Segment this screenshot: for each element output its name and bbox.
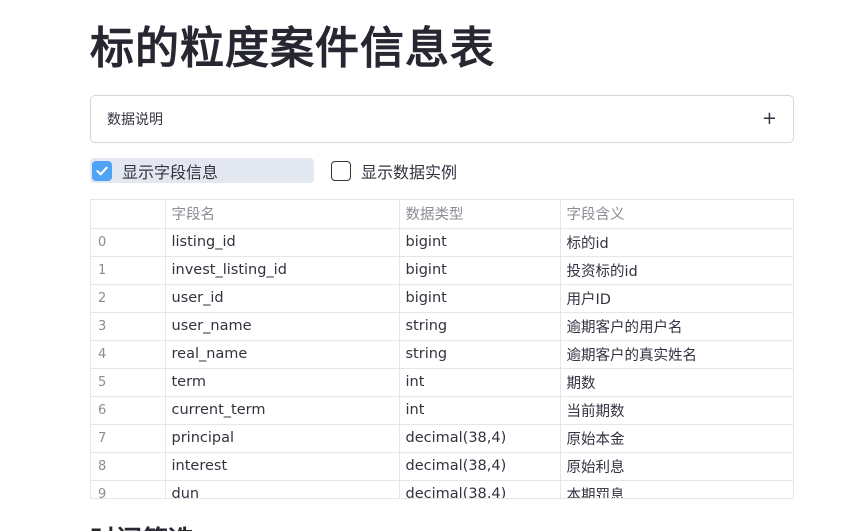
row-index: 6	[91, 396, 166, 425]
table-cell: 原始本金	[560, 424, 793, 453]
table-row: 5 term int 期数	[91, 368, 793, 397]
page-title: 标的粒度案件信息表	[90, 23, 495, 74]
checkbox-checked-icon[interactable]	[92, 160, 112, 181]
data-description-expander[interactable]: 数据说明 +	[90, 95, 794, 143]
table-cell: bigint	[399, 228, 561, 257]
table-cell: 原始利息	[560, 452, 793, 481]
row-index: 4	[91, 340, 166, 369]
checkbox-label: 显示数据实例	[361, 162, 458, 182]
table-row: 3 user_name string 逾期客户的用户名	[91, 312, 793, 341]
show-field-info-checkbox[interactable]: 显示字段信息	[90, 158, 314, 183]
table-cell: 逾期客户的真实姓名	[560, 340, 793, 369]
table-cell: principal	[165, 424, 400, 453]
table-row: 0 listing_id bigint 标的id	[91, 228, 793, 257]
table-cell: current_term	[165, 396, 400, 425]
row-index: 9	[91, 480, 166, 498]
table-cell: 用户ID	[560, 284, 793, 313]
table-header-row: 字段名 数据类型 字段含义	[91, 200, 793, 229]
table-cell: 本期罚息	[560, 480, 793, 498]
column-header[interactable]: 字段名	[165, 200, 400, 229]
table-cell: interest	[165, 452, 400, 481]
app-main: 标的粒度案件信息表 数据说明 + 显示字段信息 显示数据实例 字段名 数据类型 …	[0, 0, 847, 531]
table-cell: 逾期客户的用户名	[560, 312, 793, 341]
table-cell: user_name	[165, 312, 400, 341]
table-cell: term	[165, 368, 400, 397]
table-cell: decimal(38,4)	[399, 452, 561, 481]
table-row: 4 real_name string 逾期客户的真实姓名	[91, 340, 793, 369]
field-info-table[interactable]: 字段名 数据类型 字段含义 0 listing_id bigint 标的id 1 inve…	[90, 199, 794, 499]
table-cell: 当前期数	[560, 396, 793, 425]
index-header	[91, 200, 166, 229]
checkmark-icon	[96, 166, 108, 175]
table-cell: 投资标的id	[560, 256, 793, 285]
row-index: 1	[91, 256, 166, 285]
table-cell: bigint	[399, 284, 561, 313]
table-cell: string	[399, 312, 561, 341]
column-header[interactable]: 字段含义	[560, 200, 793, 229]
checkbox-unchecked-icon[interactable]	[331, 160, 351, 181]
table-row: 9 dun decimal(38,4) 本期罚息	[91, 480, 793, 498]
row-index: 2	[91, 284, 166, 313]
section-heading: 时间筛选	[90, 520, 194, 531]
table-cell: string	[399, 340, 561, 369]
row-index: 0	[91, 228, 166, 257]
table-row: 7 principal decimal(38,4) 原始本金	[91, 424, 793, 453]
plus-icon[interactable]: +	[762, 110, 777, 128]
row-index: 8	[91, 452, 166, 481]
table-cell: bigint	[399, 256, 561, 285]
table-cell: decimal(38,4)	[399, 480, 561, 498]
row-index: 7	[91, 424, 166, 453]
table-cell: int	[399, 396, 561, 425]
table-cell: listing_id	[165, 228, 400, 257]
row-index: 5	[91, 368, 166, 397]
table-row: 8 interest decimal(38,4) 原始利息	[91, 452, 793, 481]
table-cell: 期数	[560, 368, 793, 397]
table-row: 6 current_term int 当前期数	[91, 396, 793, 425]
table-cell: decimal(38,4)	[399, 424, 561, 453]
column-header[interactable]: 数据类型	[399, 200, 561, 229]
table-cell: 标的id	[560, 228, 793, 257]
checkbox-label: 显示字段信息	[122, 162, 219, 182]
row-index: 3	[91, 312, 166, 341]
table-row: 2 user_id bigint 用户ID	[91, 284, 793, 313]
show-data-sample-checkbox[interactable]: 显示数据实例	[331, 158, 457, 183]
checkbox-group: 显示字段信息 显示数据实例	[90, 158, 794, 184]
expander-label: 数据说明	[107, 112, 163, 128]
table-cell: int	[399, 368, 561, 397]
table-cell: invest_listing_id	[165, 256, 400, 285]
table-cell: dun	[165, 480, 400, 498]
table-cell: user_id	[165, 284, 400, 313]
table-cell: real_name	[165, 340, 400, 369]
table-row: 1 invest_listing_id bigint 投资标的id	[91, 256, 793, 285]
